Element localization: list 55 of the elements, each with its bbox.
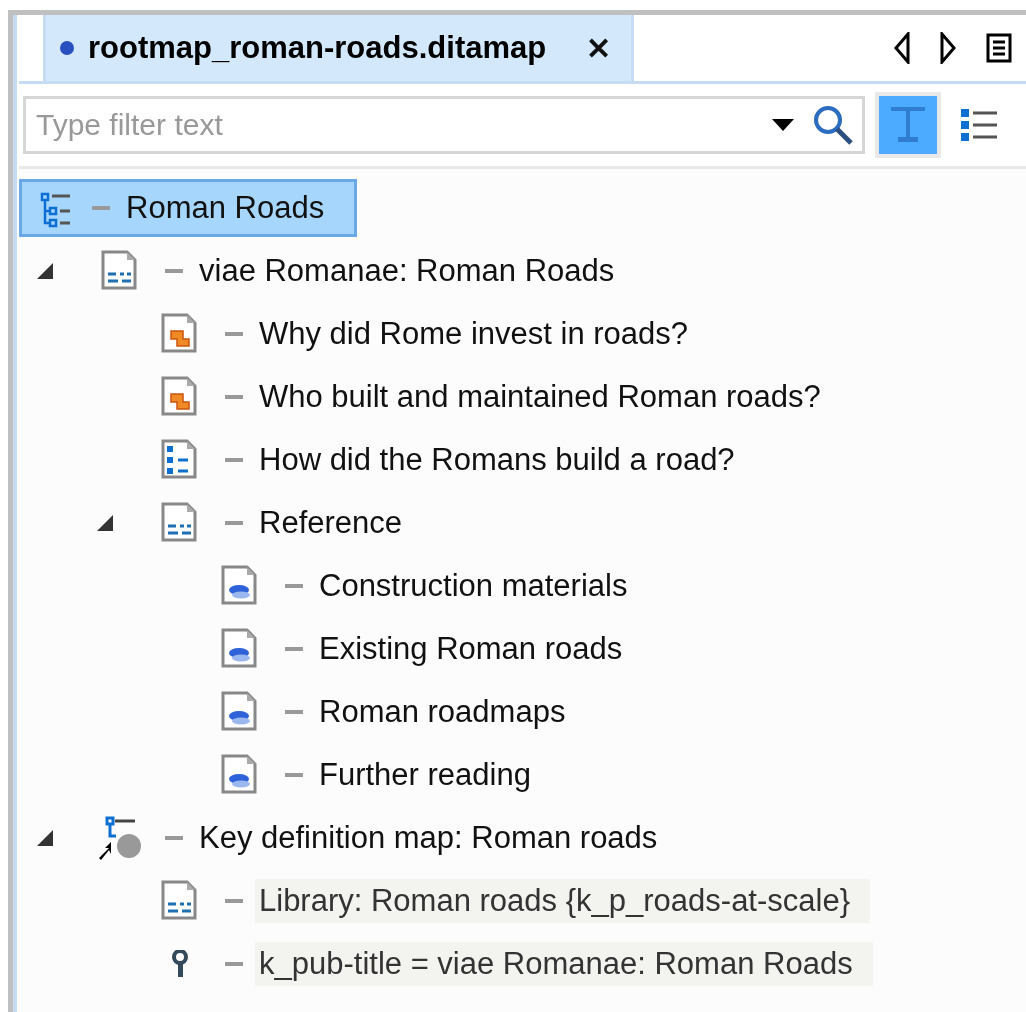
expanded-triangle-icon[interactable] bbox=[35, 828, 55, 848]
tree-item[interactable]: Why did Rome invest in roads? bbox=[259, 312, 689, 356]
tree-item[interactable]: Key definition map: Roman roads bbox=[199, 816, 658, 860]
editor-tab[interactable]: rootmap_roman-roads.ditamap ✕ bbox=[43, 15, 635, 81]
tree-item[interactable]: Library: Roman roads {k_p_roads-at-scale} bbox=[255, 879, 871, 923]
text-filter-toggle[interactable] bbox=[875, 92, 941, 158]
tree-item[interactable]: Roman roadmaps bbox=[319, 690, 566, 734]
tree-item[interactable]: Construction materials bbox=[319, 564, 628, 608]
expanded-triangle-icon[interactable] bbox=[35, 261, 55, 281]
tab-title: rootmap_roman-roads.ditamap bbox=[88, 30, 547, 66]
dash-icon bbox=[225, 962, 243, 966]
books-document-icon bbox=[221, 565, 259, 607]
dash-icon bbox=[225, 458, 243, 462]
books-document-icon bbox=[221, 754, 259, 796]
tree-item-label: Roman Roads bbox=[126, 189, 325, 227]
dropdown-caret-icon[interactable] bbox=[772, 119, 794, 131]
tree-item[interactable]: viae Romanae: Roman Roads bbox=[199, 249, 615, 293]
dash-icon bbox=[285, 584, 303, 588]
key-icon bbox=[170, 950, 190, 978]
flag-document-icon bbox=[161, 313, 199, 355]
dash-icon bbox=[285, 647, 303, 651]
dash-icon bbox=[225, 521, 243, 525]
root-tree-item[interactable]: Roman Roads bbox=[19, 179, 357, 237]
tree-item[interactable]: Further reading bbox=[319, 753, 531, 797]
left-arrow-icon[interactable] bbox=[894, 32, 910, 64]
topic-document-icon bbox=[101, 250, 139, 292]
tree-item[interactable]: Reference bbox=[259, 501, 403, 545]
books-document-icon bbox=[221, 691, 259, 733]
dash-icon bbox=[165, 836, 183, 840]
tree-item[interactable]: How did the Romans build a road? bbox=[259, 438, 735, 482]
dash-icon bbox=[285, 710, 303, 714]
menu-icon[interactable] bbox=[986, 33, 1012, 63]
topic-document-icon bbox=[161, 880, 199, 922]
topic-document-icon bbox=[161, 502, 199, 544]
tree-item[interactable]: Existing Roman roads bbox=[319, 627, 623, 671]
expanded-triangle-icon[interactable] bbox=[95, 513, 115, 533]
key-map-icon bbox=[97, 816, 143, 860]
dash-icon bbox=[225, 332, 243, 336]
dash-icon bbox=[165, 269, 183, 273]
filter-box[interactable]: Type filter text bbox=[23, 96, 865, 154]
letter-t-icon bbox=[891, 107, 925, 143]
dash-icon bbox=[225, 899, 243, 903]
flag-document-icon bbox=[161, 376, 199, 418]
dash-icon bbox=[92, 206, 110, 210]
right-arrow-icon[interactable] bbox=[940, 32, 956, 64]
checklist-document-icon bbox=[161, 439, 199, 481]
dash-icon bbox=[225, 395, 243, 399]
search-icon[interactable] bbox=[812, 104, 854, 146]
list-icon[interactable] bbox=[959, 107, 999, 143]
filter-field[interactable]: Type filter text bbox=[34, 107, 772, 143]
tree-item[interactable]: Who built and maintained Roman roads? bbox=[259, 375, 821, 419]
books-document-icon bbox=[221, 628, 259, 670]
close-button[interactable]: ✕ bbox=[580, 30, 618, 66]
dash-icon bbox=[285, 773, 303, 777]
tree-item[interactable]: k_pub-title = viae Romanae: Roman Roads bbox=[255, 942, 873, 986]
